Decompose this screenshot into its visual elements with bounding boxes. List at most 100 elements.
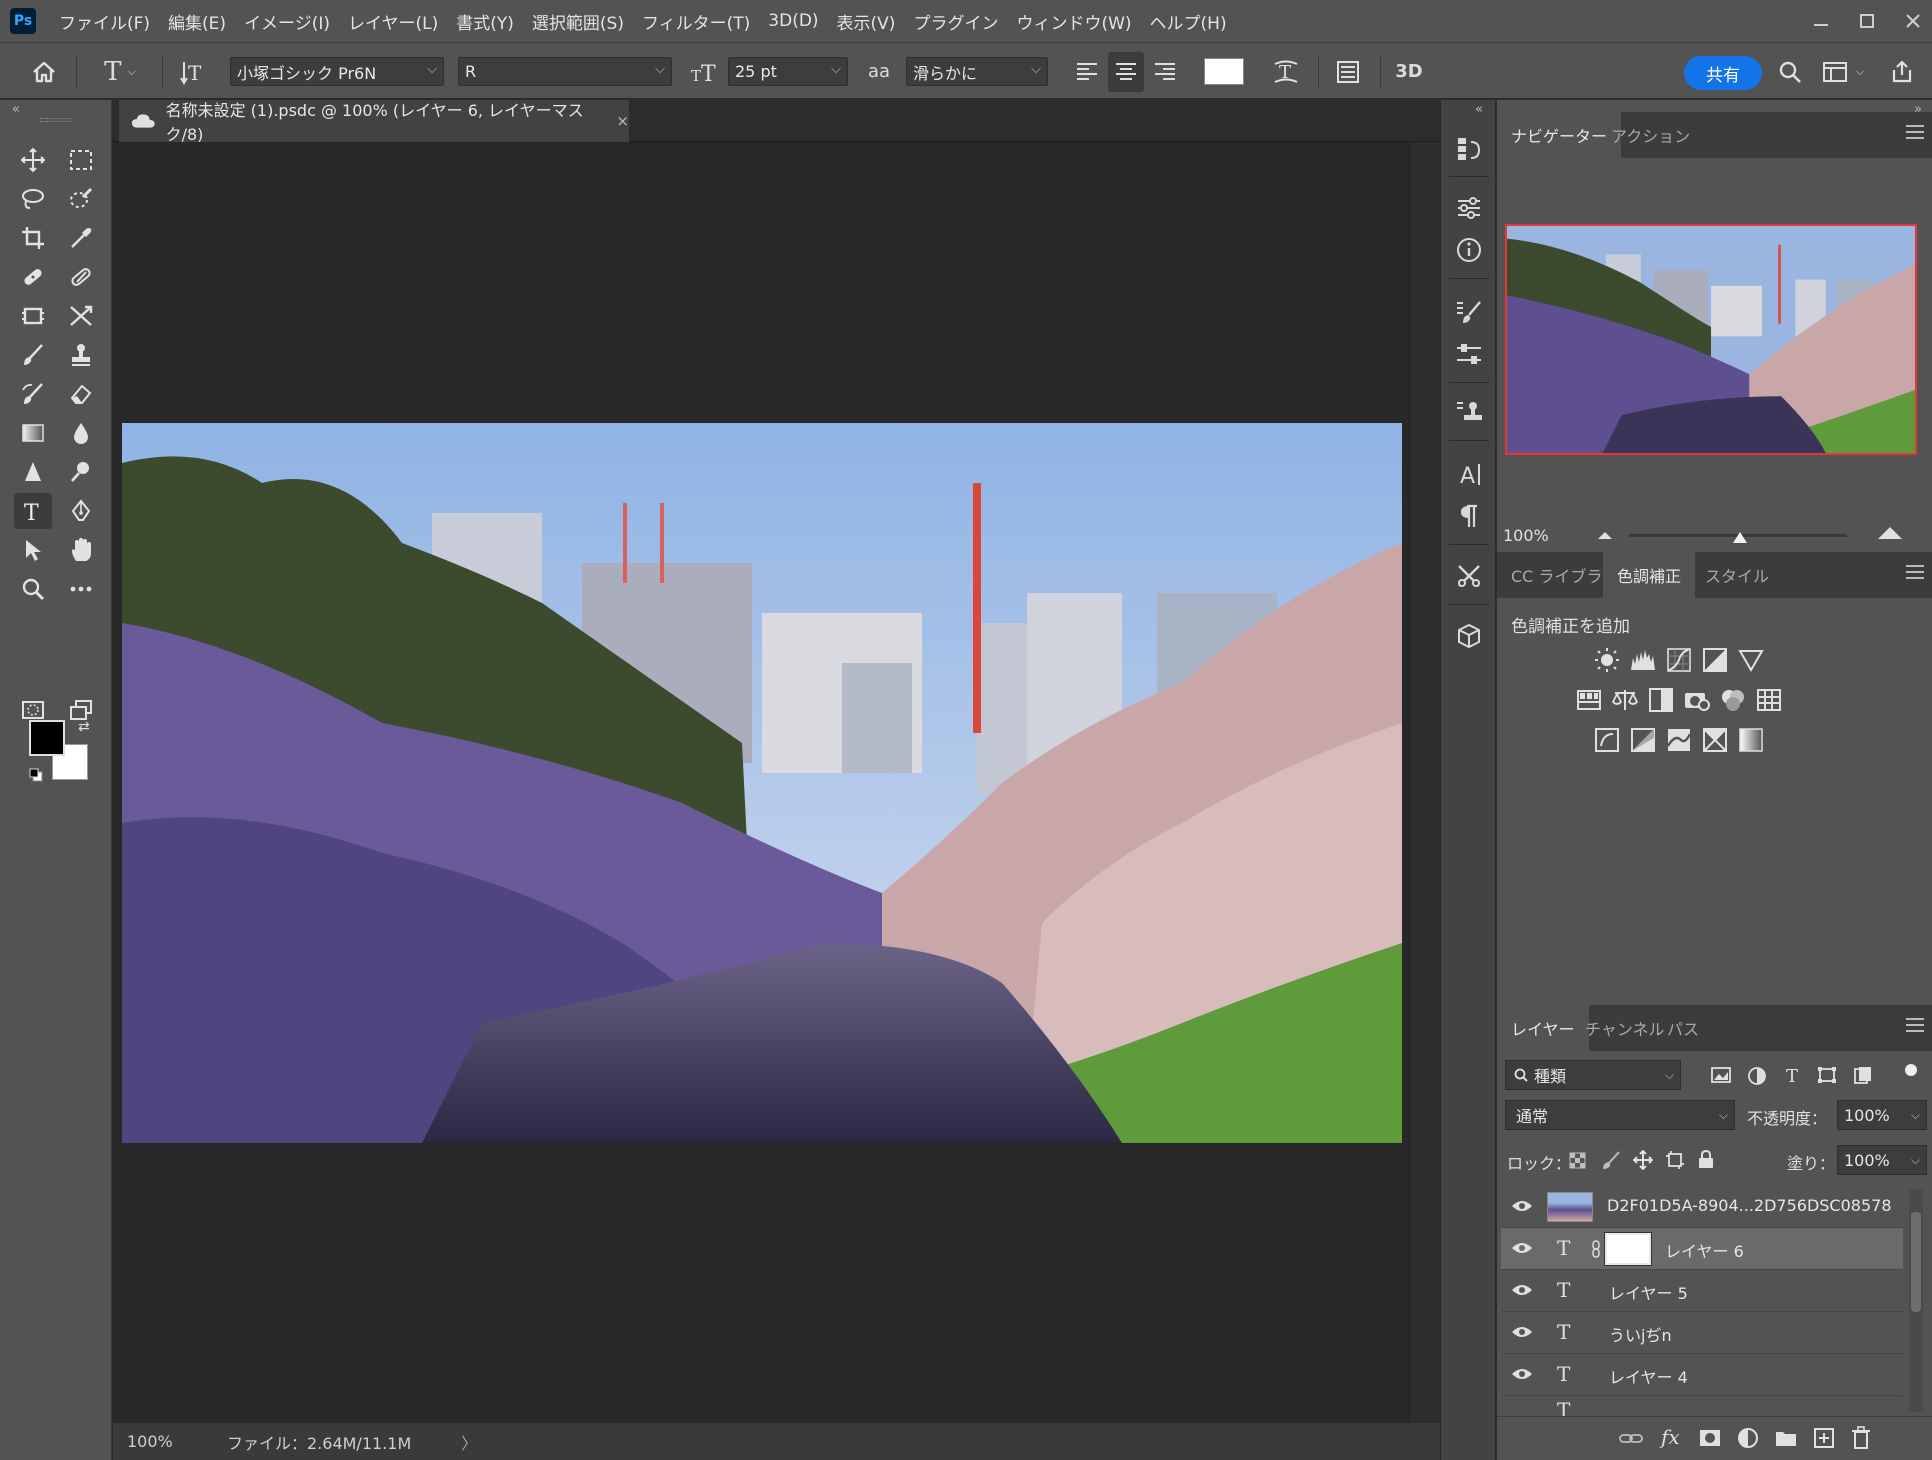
gradient-map-icon[interactable]	[1737, 726, 1765, 754]
history-brush-icon[interactable]	[14, 376, 52, 412]
canvas-scrollbar[interactable]	[1411, 142, 1440, 1423]
filter-adjustment-icon[interactable]	[1747, 1066, 1767, 1086]
menu-type[interactable]: 書式(Y)	[447, 9, 523, 34]
document-tab[interactable]: 名称未設定 (1).psdc @ 100% (レイヤー 6, レイヤーマスク/8…	[119, 100, 629, 144]
layer-row[interactable]: T レイヤー 5	[1501, 1270, 1903, 1312]
selective-color-icon[interactable]	[1701, 726, 1729, 754]
hue-saturation-icon[interactable]	[1575, 686, 1603, 714]
minimize-icon[interactable]	[1812, 12, 1830, 30]
menu-filter[interactable]: フィルター(T)	[633, 9, 759, 34]
layer-style-icon[interactable]: fx	[1661, 1425, 1680, 1449]
eyedropper-tool-icon[interactable]	[62, 220, 100, 256]
export-icon[interactable]	[1884, 43, 1920, 100]
expand-panels-icon[interactable]: «	[1475, 102, 1483, 117]
layer-row[interactable]: T ういjぢn	[1501, 1312, 1903, 1354]
zoom-tool-icon[interactable]	[14, 571, 52, 607]
threed-button[interactable]: 3D	[1392, 43, 1426, 100]
brightness-contrast-icon[interactable]	[1593, 646, 1621, 674]
brush-tool-icon[interactable]	[14, 337, 52, 373]
dodge-tool-icon[interactable]	[62, 454, 100, 490]
frame-tool-icon[interactable]	[14, 298, 52, 334]
link-layers-icon[interactable]	[1619, 1429, 1643, 1447]
delete-layer-icon[interactable]	[1851, 1426, 1871, 1450]
stamp-tool-icon[interactable]	[62, 337, 100, 373]
close-icon[interactable]	[1904, 12, 1922, 30]
posterize-icon[interactable]	[1629, 726, 1657, 754]
healing-brush-icon[interactable]	[14, 259, 52, 295]
foreground-color-swatch[interactable]	[29, 720, 65, 756]
exposure-icon[interactable]	[1701, 646, 1729, 674]
menu-file[interactable]: ファイル(F)	[50, 9, 159, 34]
brushes-panel-icon[interactable]	[1453, 338, 1485, 370]
lock-transparent-icon[interactable]	[1569, 1152, 1587, 1170]
add-mask-icon[interactable]	[1699, 1428, 1721, 1448]
type-tool-icon[interactable]: T	[14, 493, 52, 529]
link-icon[interactable]	[1591, 1240, 1601, 1258]
marquee-tool-icon[interactable]	[62, 142, 100, 178]
tab-styles[interactable]: スタイル	[1691, 552, 1783, 598]
visibility-eye-icon[interactable]	[1511, 1198, 1533, 1214]
path-select-tool-icon[interactable]	[14, 532, 52, 568]
tool-presets-icon[interactable]	[1453, 560, 1485, 592]
screen-mode-icon[interactable]	[62, 692, 100, 728]
lock-all-icon[interactable]	[1697, 1149, 1715, 1169]
menu-window[interactable]: ウィンドウ(W)	[1007, 9, 1140, 34]
opacity-field[interactable]: 100% ⌵	[1837, 1100, 1927, 1130]
menu-3d[interactable]: 3D(D)	[759, 11, 827, 31]
font-family-select[interactable]: 小塚ゴシック Pr6N ⌵	[230, 57, 444, 86]
layer-row-selected[interactable]: T レイヤー 6	[1501, 1228, 1903, 1270]
status-arrow-icon[interactable]: 〉	[461, 1430, 477, 1454]
levels-icon[interactable]	[1629, 646, 1657, 674]
lock-position-icon[interactable]	[1633, 1150, 1653, 1170]
gradient-tool-icon[interactable]	[14, 415, 52, 451]
clone-source-icon[interactable]	[1453, 396, 1485, 428]
transform-tool-icon[interactable]	[62, 298, 100, 334]
threshold-icon[interactable]	[1665, 726, 1693, 754]
layer-filter-select[interactable]: 種類 ⌵	[1505, 1060, 1681, 1090]
antialias-select[interactable]: 滑らかに ⌵	[906, 57, 1048, 86]
menu-plugins[interactable]: プラグイン	[904, 9, 1007, 34]
properties-panel-icon[interactable]	[1453, 192, 1485, 224]
filter-shape-icon[interactable]	[1817, 1066, 1837, 1084]
status-zoom[interactable]: 100%	[127, 1432, 197, 1451]
color-balance-icon[interactable]	[1611, 686, 1639, 714]
home-icon[interactable]	[24, 43, 64, 100]
crop-tool-icon[interactable]	[14, 220, 52, 256]
default-colors-icon[interactable]	[29, 768, 43, 782]
channel-mixer-icon[interactable]	[1719, 686, 1747, 714]
photo-filter-icon[interactable]	[1683, 686, 1711, 714]
lock-pixels-icon[interactable]	[1601, 1150, 1621, 1170]
pen-tool-icon[interactable]	[62, 493, 100, 529]
layer-row[interactable]: D2F01D5A-8904...2D756DSC08578	[1501, 1186, 1903, 1228]
layer-list-scrollbar[interactable]	[1909, 1190, 1923, 1412]
menu-layer[interactable]: レイヤー(L)	[339, 9, 447, 34]
invert-icon[interactable]	[1593, 726, 1621, 754]
character-panel-icon[interactable]	[1328, 43, 1368, 100]
layer-mask-thumbnail[interactable]	[1604, 1232, 1652, 1266]
quick-select-tool-icon[interactable]	[62, 181, 100, 217]
warp-text-icon[interactable]: T	[1266, 43, 1306, 100]
history-panel-icon[interactable]	[1453, 132, 1485, 164]
zoom-out-icon[interactable]	[1597, 530, 1613, 540]
threed-panel-icon[interactable]	[1453, 620, 1485, 652]
blend-mode-select[interactable]: 通常 ⌵	[1505, 1100, 1735, 1130]
align-right-icon[interactable]	[1148, 43, 1182, 100]
lock-artboard-icon[interactable]	[1665, 1150, 1685, 1170]
align-center-icon[interactable]	[1108, 52, 1144, 92]
zoom-slider-thumb[interactable]	[1732, 530, 1748, 544]
font-size-field[interactable]: 25 pt ⌵	[728, 57, 848, 86]
filter-type-icon[interactable]: T	[1783, 1065, 1803, 1085]
blur-tool-icon[interactable]	[62, 415, 100, 451]
filter-smart-object-icon[interactable]	[1853, 1065, 1873, 1085]
move-tool-icon[interactable]	[14, 142, 52, 178]
new-group-icon[interactable]	[1775, 1428, 1797, 1448]
share-button[interactable]: 共有	[1684, 56, 1762, 90]
font-style-select[interactable]: R ⌵	[458, 57, 672, 86]
curves-icon[interactable]	[1665, 646, 1693, 674]
info-icon[interactable]	[1453, 234, 1485, 266]
lasso-tool-icon[interactable]	[14, 181, 52, 217]
black-white-icon[interactable]	[1647, 686, 1675, 714]
fill-field[interactable]: 100% ⌵	[1837, 1145, 1927, 1175]
layers-menu-icon[interactable]	[1906, 1018, 1924, 1032]
adjustments-menu-icon[interactable]	[1906, 565, 1924, 579]
